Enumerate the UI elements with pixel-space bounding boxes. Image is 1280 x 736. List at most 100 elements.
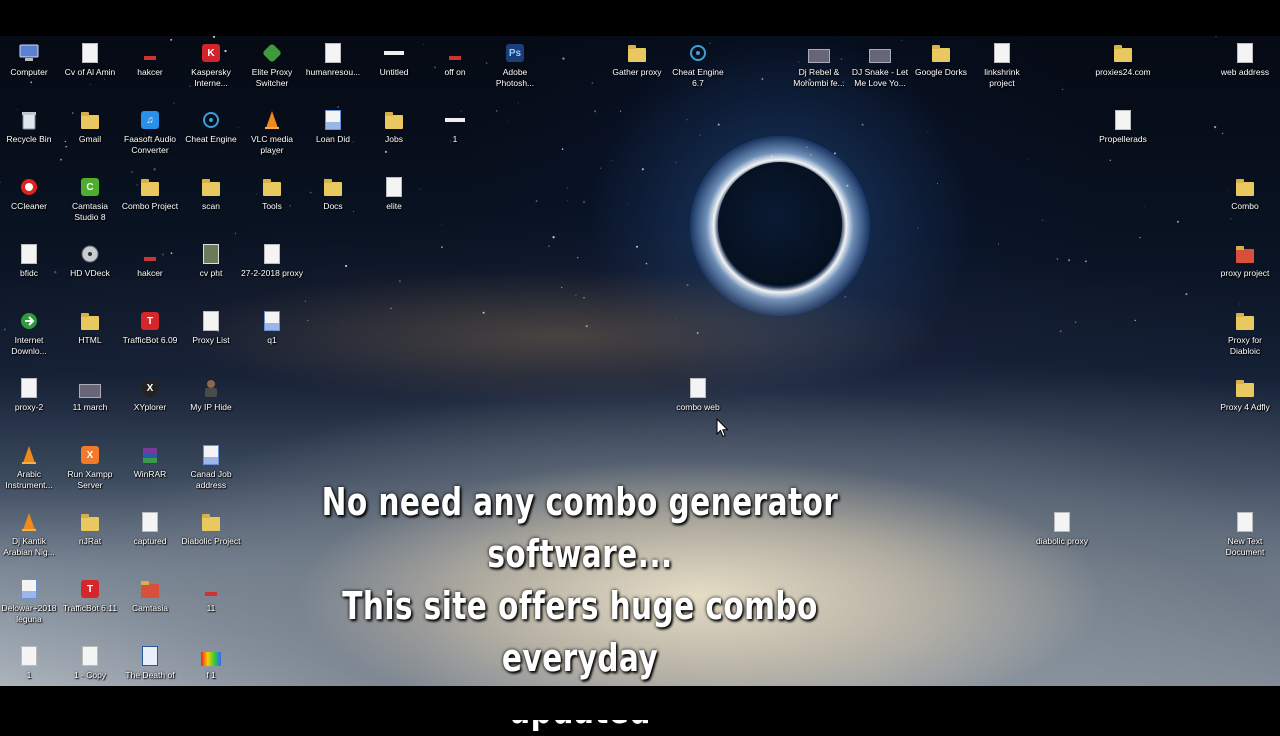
desktop-icon[interactable]: 27-2-2018 proxy	[241, 239, 303, 301]
desktop-icon[interactable]: Propellerads	[1093, 105, 1153, 167]
blank-file-icon	[383, 42, 405, 64]
app-icon	[200, 578, 222, 600]
star	[844, 296, 846, 298]
desktop-icon[interactable]: Docs	[303, 172, 363, 234]
desktop-icon[interactable]: New Text Document	[1215, 507, 1275, 569]
desktop-icon[interactable]: Camtasia	[120, 574, 180, 636]
folder-icon	[626, 42, 648, 64]
desktop-icon[interactable]: linkshrink project	[972, 38, 1032, 100]
desktop-icon[interactable]: nJRat	[60, 507, 120, 569]
desktop-icon[interactable]: Loan Did	[303, 105, 363, 167]
desktop-icon[interactable]: The Death of	[120, 641, 180, 686]
desktop-icon[interactable]: HTML	[60, 306, 120, 368]
star	[153, 168, 156, 171]
desktop-icon-label: 11	[206, 603, 216, 613]
desktop-icon[interactable]: Combo	[1215, 172, 1275, 234]
desktop-icon[interactable]: Dj Kantik Arabian Nig...	[0, 507, 59, 569]
folder-icon	[1234, 377, 1256, 399]
desktop-icon[interactable]: Jobs	[364, 105, 424, 167]
document-icon	[1234, 511, 1256, 533]
star	[594, 110, 597, 113]
desktop-icon[interactable]: X Run Xampp Server	[60, 440, 120, 502]
desktop-icon[interactable]: HD VDeck	[60, 239, 120, 301]
desktop-icon-label: HTML	[78, 335, 102, 345]
desktop-icon[interactable]: humanresou...	[303, 38, 363, 100]
desktop-icon[interactable]: bfidc	[0, 239, 59, 301]
desktop-icon[interactable]: diabolic proxy	[1032, 507, 1092, 569]
desktop-icon[interactable]: cv pht	[181, 239, 241, 301]
desktop-icon[interactable]: Computer	[0, 38, 59, 100]
desktop-icon[interactable]: T TrafficBot 6.09	[120, 306, 180, 368]
desktop-icon[interactable]: 11 march	[60, 373, 120, 435]
desktop-icon[interactable]: X XYplorer	[120, 373, 180, 435]
desktop-icon[interactable]: K Kaspersky Interne...	[181, 38, 241, 100]
desktop-icon[interactable]: web address	[1215, 38, 1275, 100]
desktop-icon[interactable]: My IP Hide	[181, 373, 241, 435]
star	[1074, 321, 1077, 323]
desktop-icon-label: My IP Hide	[190, 402, 232, 412]
desktop-icon[interactable]: Cheat Engine	[181, 105, 241, 167]
desktop-icon[interactable]: Cv of Al Amin	[60, 38, 120, 100]
desktop-icon[interactable]: hakcer	[120, 38, 180, 100]
desktop-icon[interactable]: T TrafficBot 6.11	[60, 574, 120, 636]
photoshop-icon: Ps	[504, 42, 526, 64]
desktop-icon-label: Camtasia	[132, 603, 168, 613]
desktop-icon[interactable]: Gather proxy	[607, 38, 667, 100]
star	[936, 183, 939, 185]
desktop-icon[interactable]: Combo Project	[120, 172, 180, 234]
desktop-icon[interactable]: Recycle Bin	[0, 105, 59, 167]
desktop-icon[interactable]: Tools	[242, 172, 302, 234]
desktop-icon[interactable]: proxies24.com	[1093, 38, 1153, 100]
desktop-icon[interactable]: hakcer	[120, 239, 180, 301]
desktop-icon[interactable]: Canad Job address	[181, 440, 241, 502]
desktop-icon[interactable]: 1 - Copy	[60, 641, 120, 686]
desktop-icon[interactable]: Proxy for Diabloic	[1215, 306, 1275, 368]
star	[641, 168, 644, 171]
desktop-icon[interactable]: Internet Downlo...	[0, 306, 59, 368]
desktop-icon[interactable]: proxy project	[1215, 239, 1275, 301]
desktop-icon[interactable]: Dj Rebel & Mohombi fe...	[789, 38, 849, 100]
document-icon	[200, 444, 222, 466]
desktop-icon[interactable]: 11	[181, 574, 241, 636]
desktop-icon[interactable]: scan	[181, 172, 241, 234]
desktop-icon[interactable]: q1	[242, 306, 302, 368]
media-file-icon	[869, 42, 891, 64]
desktop-icon[interactable]: proxy-2	[0, 373, 59, 435]
desktop-icon[interactable]: Delowar+2018 leguna	[0, 574, 59, 636]
desktop-icon[interactable]: 1	[425, 105, 485, 167]
desktop-icon-label: DJ Snake - Let Me Love Yo...	[851, 67, 909, 88]
desktop-icon[interactable]: WinRAR	[120, 440, 180, 502]
desktop-icon[interactable]: VLC media player	[242, 105, 302, 167]
desktop-icon[interactable]: DJ Snake - Let Me Love Yo...	[850, 38, 910, 100]
desktop-icon[interactable]: elite	[364, 172, 424, 234]
desktop-icon-label: 27-2-2018 proxy	[241, 268, 303, 278]
desktop-icon[interactable]: off on	[425, 38, 485, 100]
star	[376, 335, 378, 336]
desktop-icon-label: scan	[202, 201, 220, 211]
desktop-icon[interactable]: Google Dorks	[911, 38, 971, 100]
desktop-icon-label: XYplorer	[133, 402, 167, 412]
desktop-icon[interactable]: f 1	[181, 641, 241, 686]
desktop-icon[interactable]: captured	[120, 507, 180, 569]
star	[441, 246, 443, 248]
desktop-icon[interactable]: CCleaner	[0, 172, 59, 234]
caption-line-2: software...	[487, 532, 673, 576]
trafficbot-icon: T	[79, 578, 101, 600]
desktop-icon[interactable]: Arabic Instrument...	[0, 440, 59, 502]
desktop-icon[interactable]: Ps Adobe Photosh...	[485, 38, 545, 100]
desktop-icon[interactable]: 1	[0, 641, 59, 686]
desktop-icon[interactable]: ♫ Faasoft Audio Converter	[120, 105, 180, 167]
desktop-icon-label: HD VDeck	[70, 268, 110, 278]
desktop-icon-label: WinRAR	[133, 469, 167, 479]
desktop-icon[interactable]: Proxy List	[181, 306, 241, 368]
desktop-icon[interactable]: C Camtasia Studio 8	[60, 172, 120, 234]
document-icon	[322, 109, 344, 131]
desktop-icon[interactable]: Gmail	[60, 105, 120, 167]
star	[496, 110, 498, 112]
desktop-icon[interactable]: Diabolic Project	[181, 507, 241, 569]
desktop-icon[interactable]: Untitled	[364, 38, 424, 100]
desktop-icon[interactable]: Cheat Engine 6.7	[668, 38, 728, 100]
desktop-icon[interactable]: Proxy 4 Adfly	[1215, 373, 1275, 435]
desktop-icon[interactable]: Elite Proxy Switcher	[242, 38, 302, 100]
star	[547, 245, 550, 248]
